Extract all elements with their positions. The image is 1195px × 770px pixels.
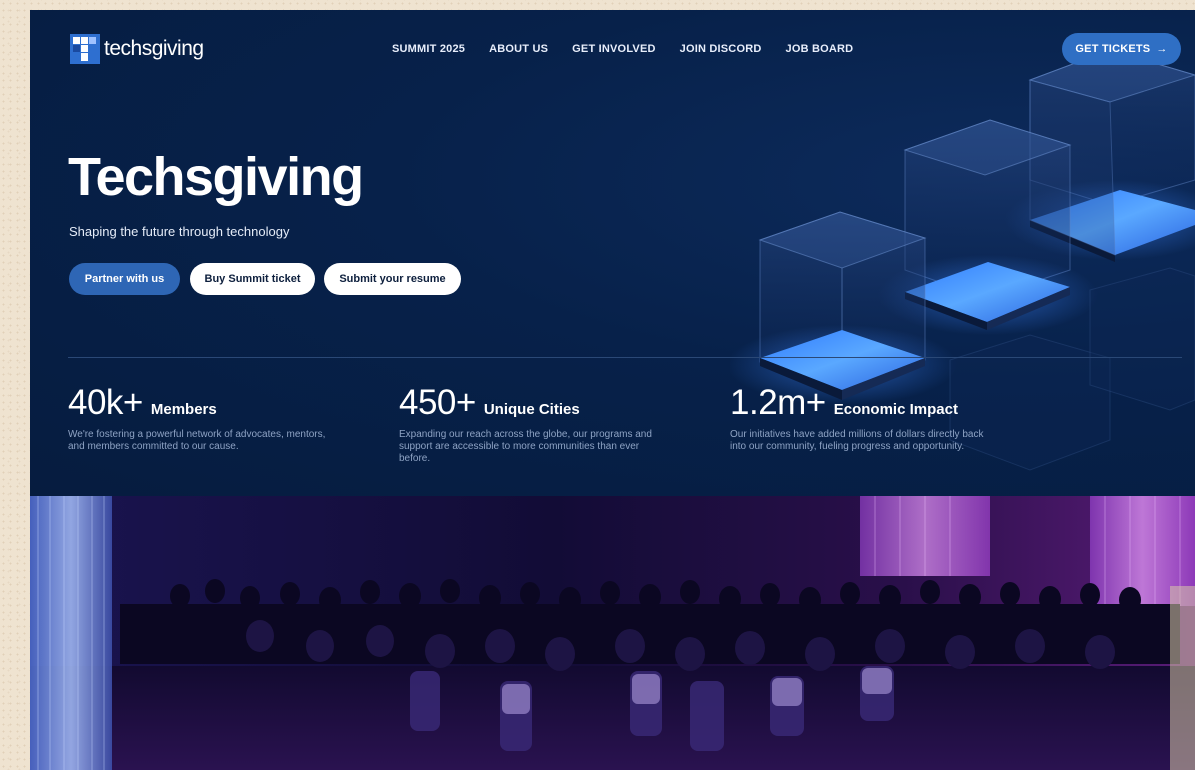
hero-subtitle: Shaping the future through technology	[69, 224, 290, 239]
nav-item-join-discord[interactable]: JOIN DISCORD	[680, 43, 762, 55]
brand-name: techsgiving	[104, 37, 204, 60]
techsgiving-logo-mark-icon	[70, 34, 100, 64]
brand-logo[interactable]: techsgiving	[70, 34, 204, 64]
stat-description: We're fostering a powerful network of ad…	[68, 429, 326, 452]
nav-item-summit-2025[interactable]: SUMMIT 2025	[392, 43, 465, 55]
get-tickets-label: GET TICKETS	[1075, 43, 1151, 55]
stat-description: Expanding our reach across the globe, ou…	[399, 429, 652, 464]
page-frame: techsgiving SUMMIT 2025 ABOUT US GET INV…	[30, 10, 1195, 770]
stat-label: Economic Impact	[833, 401, 958, 418]
stat-number: 1.2m+	[730, 383, 826, 422]
stat-label: Unique Cities	[483, 401, 580, 418]
partner-with-us-button[interactable]: Partner with us	[69, 263, 180, 295]
stat-number: 40k+	[68, 383, 143, 422]
stat-cities: 450+ Unique Cities Expanding our reach a…	[399, 383, 689, 465]
stats-divider	[68, 357, 1182, 358]
submit-resume-button[interactable]: Submit your resume	[324, 263, 461, 295]
nav-item-get-involved[interactable]: GET INVOLVED	[572, 43, 655, 55]
arrow-right-icon: →	[1156, 43, 1168, 55]
main-nav: SUMMIT 2025 ABOUT US GET INVOLVED JOIN D…	[392, 43, 877, 55]
get-tickets-button[interactable]: GET TICKETS →	[1062, 33, 1181, 65]
stat-members: 40k+ Members We're fostering a powerful …	[68, 383, 358, 453]
page-title: Techsgiving	[68, 147, 364, 207]
stat-label: Members	[150, 401, 217, 418]
nav-item-about-us[interactable]: ABOUT US	[489, 43, 548, 55]
stat-description: Our initiatives have added millions of d…	[730, 429, 984, 452]
hero-section: techsgiving SUMMIT 2025 ABOUT US GET INV…	[30, 10, 1195, 496]
stat-number: 450+	[399, 383, 476, 422]
nav-item-job-board[interactable]: JOB BOARD	[786, 43, 854, 55]
stat-economic-impact: 1.2m+ Economic Impact Our initiatives ha…	[730, 383, 1020, 453]
buy-summit-ticket-button[interactable]: Buy Summit ticket	[190, 263, 315, 295]
summit-audience-photo	[30, 496, 1195, 770]
